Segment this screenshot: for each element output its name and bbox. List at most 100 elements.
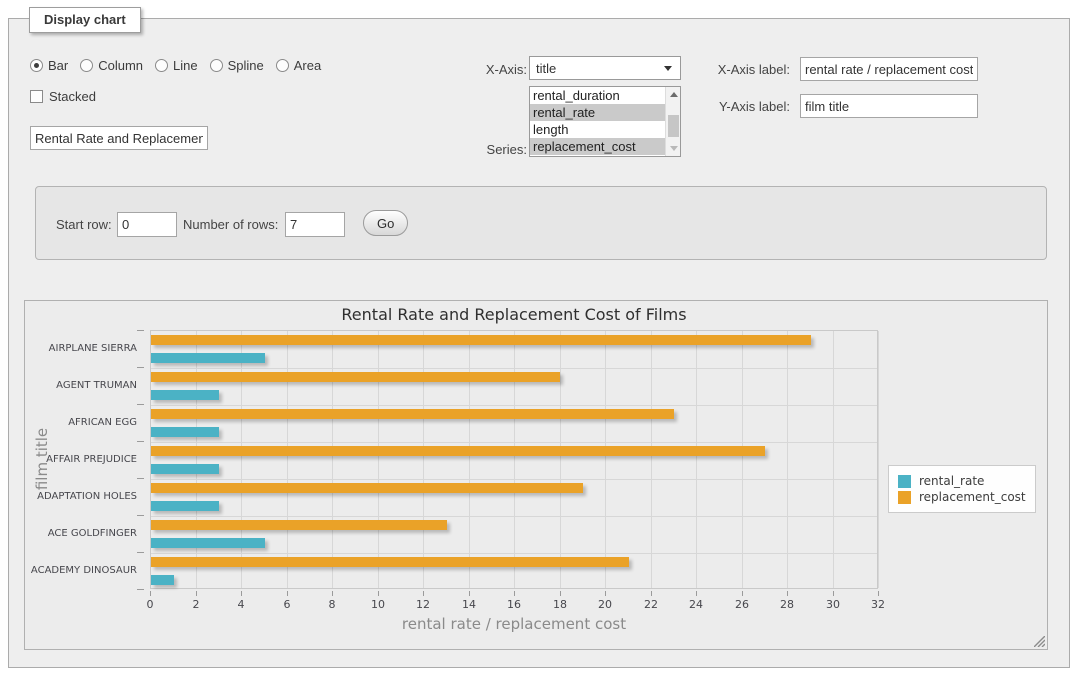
scrollbar-thumb[interactable] [668,115,679,137]
radio-line[interactable]: Line [155,58,198,73]
x-tick-label: 28 [780,598,794,611]
x-tick-mark [651,591,652,596]
stacked-checkbox[interactable] [30,90,43,103]
x-tick-mark [605,591,606,596]
radio-area[interactable]: Area [276,58,321,73]
radio-bar[interactable]: Bar [30,58,68,73]
gridline-vertical [287,331,288,588]
chart-title: Rental Rate and Replacement Cost of Film… [150,305,878,324]
x-tick-mark [696,591,697,596]
series-options: rental_durationrental_ratelengthreplacem… [530,87,680,155]
series-multiselect[interactable]: rental_durationrental_ratelengthreplacem… [529,86,681,157]
y-tick-label: AIRPLANE SIERRA [25,343,137,354]
series-scrollbar[interactable] [665,87,680,156]
chart-title-input[interactable] [30,126,208,150]
x-axis-label-input[interactable] [800,57,978,81]
y-tick-label: AFFAIR PREJUDICE [25,454,137,465]
gridline-vertical [878,331,879,588]
x-tick-label: 14 [462,598,476,611]
gridline-vertical [332,331,333,588]
radio-button-icon[interactable] [155,59,168,72]
radio-button-icon[interactable] [276,59,289,72]
radio-label: Area [294,58,321,73]
bar-rental_rate [151,427,219,437]
gridline-vertical [469,331,470,588]
chart-type-radio-group: Bar Column Line Spline Area [30,58,333,73]
bar-rental_rate [151,390,219,400]
y-tick-mark [137,367,144,368]
y-tick-mark [137,515,144,516]
radio-button-icon[interactable] [30,59,43,72]
x-tick-mark [469,591,470,596]
gridline-horizontal [151,368,877,369]
gridline-horizontal [151,405,877,406]
gridline-vertical [833,331,834,588]
bar-rental_rate [151,464,219,474]
scroll-down-icon[interactable] [666,141,681,156]
x-tick-mark [332,591,333,596]
legend-row: replacement_cost [898,490,1026,504]
resize-handle-icon[interactable] [1034,636,1045,647]
gridline-horizontal [151,479,877,480]
gridline-vertical [560,331,561,588]
chart-legend: rental_rate replacement_cost [888,465,1036,513]
x-tick-mark [514,591,515,596]
series-option-length[interactable]: length [530,121,680,138]
bar-replacement_cost [151,557,629,567]
start-row-label: Start row: [56,217,112,232]
num-rows-input[interactable] [285,212,345,237]
x-tick-mark [560,591,561,596]
x-tick-label: 24 [689,598,703,611]
radio-spline[interactable]: Spline [210,58,264,73]
legend-swatch-rental_rate [898,475,911,488]
legend-label: replacement_cost [919,490,1026,504]
stacked-checkbox-row[interactable]: Stacked [30,89,96,104]
radio-column[interactable]: Column [80,58,143,73]
start-row-input[interactable] [117,212,177,237]
x-tick-label: 26 [735,598,749,611]
y-tick-mark [137,441,144,442]
x-tick-mark [878,591,879,596]
bar-replacement_cost [151,446,765,456]
go-button[interactable]: Go [363,210,408,236]
x-tick-label: 12 [416,598,430,611]
x-tick-mark [378,591,379,596]
y-axis-label-input[interactable] [800,94,978,118]
x-axis-select-label: X-Axis: [389,62,527,77]
x-tick-mark [196,591,197,596]
x-tick-mark [833,591,834,596]
y-tick-mark [137,404,144,405]
x-tick-mark [787,591,788,596]
series-list-label: Series: [389,142,527,157]
x-tick-label: 20 [598,598,612,611]
x-tick-label: 18 [553,598,567,611]
x-tick-mark [742,591,743,596]
x-tick-label: 6 [284,598,291,611]
radio-button-icon[interactable] [210,59,223,72]
bar-replacement_cost [151,372,560,382]
gridline-vertical [378,331,379,588]
bar-replacement_cost [151,409,674,419]
x-tick-label: 8 [329,598,336,611]
bar-rental_rate [151,353,265,363]
gridline-vertical [423,331,424,588]
x-axis-title: rental rate / replacement cost [150,615,878,633]
y-tick-mark [137,589,144,590]
fieldset-legend: Display chart [29,7,141,33]
y-tick-label: ACADEMY DINOSAUR [25,565,137,576]
gridline-vertical [696,331,697,588]
radio-button-icon[interactable] [80,59,93,72]
row-controls-panel: Start row: Number of rows: Go [35,186,1047,260]
y-tick-label: AGENT TRUMAN [25,380,137,391]
series-option-replacement_cost[interactable]: replacement_cost [530,138,680,155]
bar-rental_rate [151,575,174,585]
bar-rental_rate [151,501,219,511]
legend-label: rental_rate [919,474,984,488]
x-tick-label: 32 [871,598,885,611]
x-tick-label: 0 [147,598,154,611]
bar-replacement_cost [151,520,447,530]
x-tick-mark [150,591,151,596]
gridline-horizontal [151,516,877,517]
plot-area [150,330,878,589]
x-tick-mark [241,591,242,596]
